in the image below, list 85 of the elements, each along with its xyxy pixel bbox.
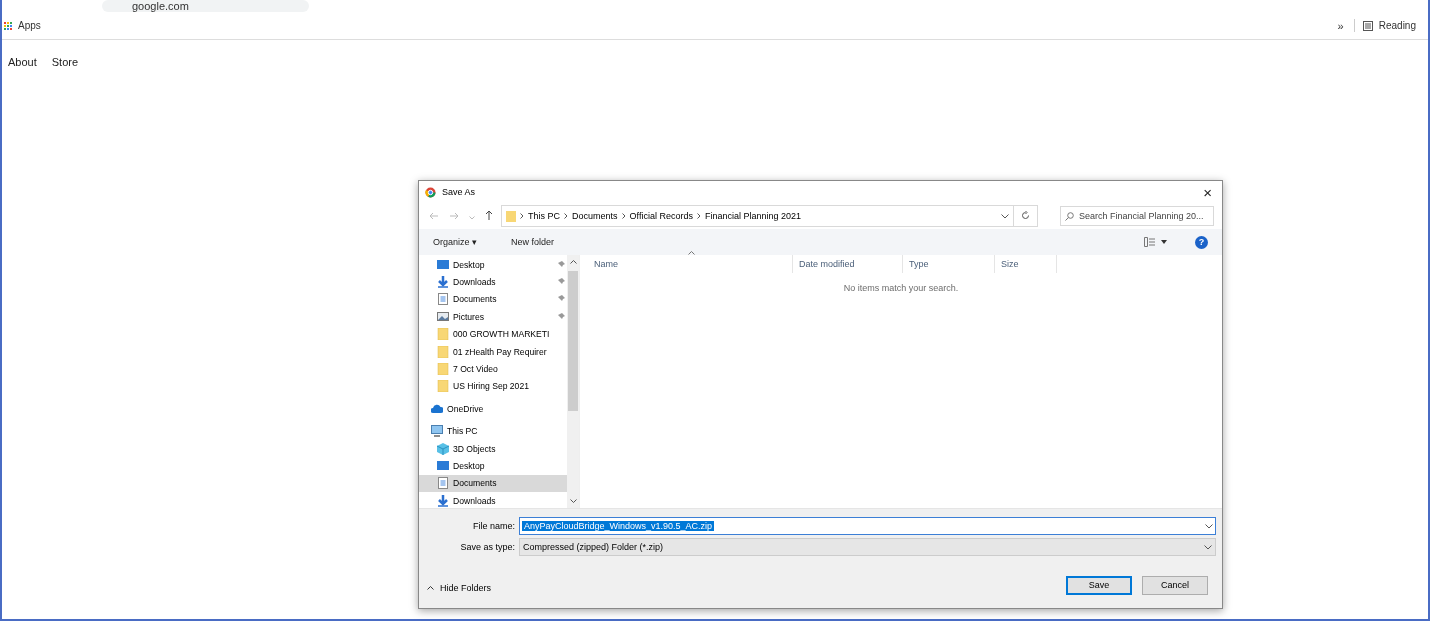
nav-item[interactable]: Desktop xyxy=(419,256,567,274)
folder-icon xyxy=(437,363,449,376)
forward-button[interactable] xyxy=(447,210,461,222)
field-label: Save as type: xyxy=(459,542,515,552)
sort-caret-icon xyxy=(688,251,695,255)
dropdown-chevron-icon xyxy=(1205,523,1213,529)
field-label: File name: xyxy=(471,521,515,531)
refresh-icon xyxy=(1021,210,1030,220)
dialog-button[interactable]: Save xyxy=(1066,575,1132,595)
cube-icon xyxy=(437,442,449,455)
breadcrumb-item[interactable]: Documents xyxy=(572,211,618,221)
dropdown-chevron-icon xyxy=(1204,544,1212,550)
search-icon xyxy=(1065,212,1074,221)
nav-item[interactable]: Documents xyxy=(419,290,567,309)
file-name-field[interactable]: AnyPayCloudBridge_Windows_v1.90.5_AC.zip xyxy=(519,517,1216,535)
chevron-down-icon xyxy=(469,216,475,220)
up-button[interactable] xyxy=(483,210,495,222)
nav-item[interactable]: OneDrive xyxy=(419,400,567,418)
nav-item[interactable]: Documents xyxy=(419,474,567,493)
help-button[interactable]: ? xyxy=(1195,235,1208,249)
document-icon xyxy=(437,477,449,490)
bookmarks-overflow-button[interactable]: » xyxy=(1337,19,1344,32)
nav-item[interactable]: 7 Oct Video xyxy=(419,360,567,378)
picture-icon xyxy=(437,310,449,323)
chevron-icon xyxy=(520,213,524,219)
monitor-icon xyxy=(437,460,449,472)
folder-icon xyxy=(437,328,449,341)
pin-icon xyxy=(557,312,565,321)
browser-logo-icon xyxy=(425,186,436,198)
close-button[interactable]: × xyxy=(1199,183,1216,201)
chevron-up-icon xyxy=(427,586,434,590)
column-header[interactable]: Name xyxy=(588,255,793,273)
download-arrow-icon xyxy=(437,276,449,289)
folder-icon xyxy=(437,345,449,358)
details-view-icon xyxy=(1144,237,1155,247)
save-type-dropdown[interactable]: Compressed (zipped) Folder (*.zip) xyxy=(519,538,1216,556)
nav-item[interactable]: Pictures xyxy=(419,308,567,326)
cloud-icon xyxy=(431,402,443,415)
hide-folders-button[interactable]: Hide Folders xyxy=(427,583,492,593)
nav-item[interactable]: Desktop xyxy=(419,457,567,475)
breadcrumb-item[interactable]: This PC xyxy=(528,211,560,221)
page-link[interactable]: Store xyxy=(51,56,79,68)
chevron-icon xyxy=(564,213,568,219)
nav-item[interactable]: 01 zHealth Pay Requirer xyxy=(419,342,567,361)
dialog-title: Save As xyxy=(442,187,477,197)
nav-item[interactable]: This PC xyxy=(419,422,567,440)
address-field[interactable]: This PC Documents Official Records Financial Planning 2021 xyxy=(501,205,1014,227)
nav-item[interactable]: 3D Objects xyxy=(419,439,567,458)
reading-list-button[interactable]: Reading xyxy=(1353,19,1422,32)
chevron-icon xyxy=(696,213,701,219)
dropdown-chevron-icon xyxy=(1001,213,1009,219)
nav-item[interactable]: US Hiring Sep 2021 xyxy=(419,377,567,396)
caret-icon xyxy=(1161,240,1167,244)
monitor-icon xyxy=(437,258,449,271)
nav-item[interactable]: Downloads xyxy=(419,273,567,291)
pin-icon xyxy=(557,260,565,269)
back-button[interactable] xyxy=(427,210,441,222)
nav-item[interactable]: Downloads xyxy=(419,492,567,510)
organize-menu[interactable]: Organize ▾ xyxy=(427,237,484,247)
scrollbar[interactable] xyxy=(567,255,579,508)
search-field[interactable]: Search Financial Planning 20... xyxy=(1060,206,1214,226)
right-arrow-icon xyxy=(449,212,459,220)
document-icon xyxy=(437,293,449,306)
folder-icon xyxy=(506,210,516,222)
page-link[interactable]: About xyxy=(8,56,37,68)
folder-icon xyxy=(437,380,449,393)
apps-grid-icon xyxy=(4,21,12,30)
dialog-button[interactable]: Cancel xyxy=(1142,575,1208,595)
column-header[interactable]: Type xyxy=(903,255,995,273)
up-arrow-icon xyxy=(485,210,493,220)
breadcrumb-item[interactable]: Official Records xyxy=(629,211,693,221)
list-icon xyxy=(1362,20,1373,31)
refresh-button[interactable] xyxy=(1014,205,1038,227)
new-folder-button[interactable]: New folder xyxy=(505,237,561,247)
empty-message: No items match your search. xyxy=(842,283,960,293)
bookmark[interactable]: Apps xyxy=(4,20,41,31)
computer-icon xyxy=(431,425,443,438)
download-arrow-icon xyxy=(437,494,449,507)
chevron-icon xyxy=(621,213,626,219)
address-bar[interactable]: google.com xyxy=(102,0,309,12)
nav-item[interactable]: 000 GROWTH MARKETI xyxy=(419,325,567,343)
left-arrow-icon xyxy=(429,212,439,220)
column-header[interactable]: Size xyxy=(995,255,1057,273)
column-header[interactable]: Date modified xyxy=(793,255,903,273)
breadcrumb-item[interactable]: Financial Planning 2021 xyxy=(704,211,801,221)
